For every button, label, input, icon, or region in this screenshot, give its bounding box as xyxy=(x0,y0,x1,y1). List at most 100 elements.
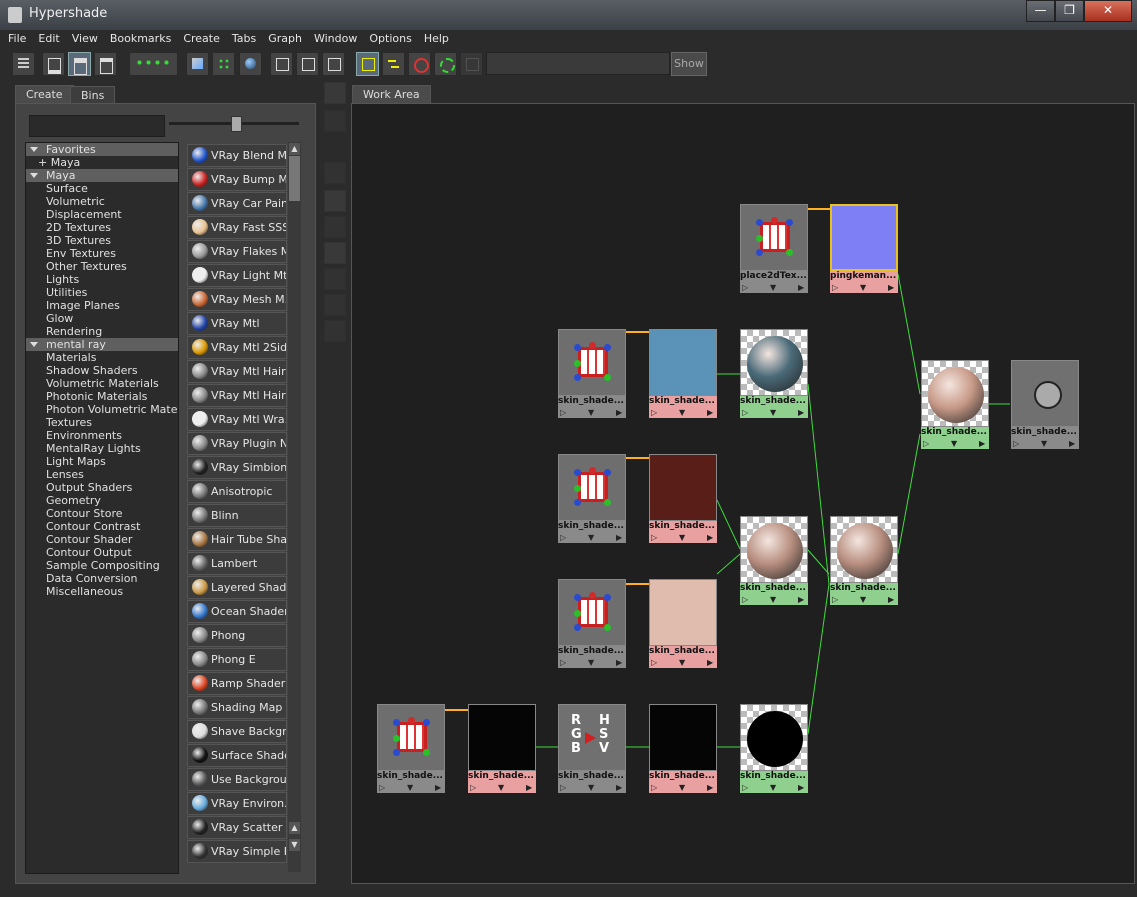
port-arrow-icon[interactable]: ▶ xyxy=(1069,438,1075,449)
shader-button[interactable]: VRay Light Mtl xyxy=(187,264,287,287)
graph-materials-button[interactable] xyxy=(239,52,262,76)
shader-button[interactable]: VRay Simbiont xyxy=(187,456,287,479)
strip-button-6[interactable] xyxy=(324,242,346,264)
shader-button[interactable]: VRay Mtl Hair 3 xyxy=(187,384,287,407)
layout-both-button[interactable] xyxy=(68,52,91,76)
shader-button[interactable]: Ramp Shader xyxy=(187,672,287,695)
node-swatch[interactable] xyxy=(740,204,808,271)
port-arrow-icon[interactable]: ▷ xyxy=(560,657,566,668)
shader-button[interactable]: VRay Bump Mtl xyxy=(187,168,287,191)
shader-node[interactable]: R G B H S Vskin_shade... ▷ ▼ ▶ xyxy=(558,704,626,793)
node-ports-bar[interactable]: ▷ ▼ ▶ xyxy=(649,657,717,668)
shader-button[interactable]: Blinn xyxy=(187,504,287,527)
toggle-swatches-button[interactable] xyxy=(356,52,379,76)
node-ports-bar[interactable]: ▷ ▼ ▶ xyxy=(468,782,536,793)
node-ports-bar[interactable]: ▷ ▼ ▶ xyxy=(649,407,717,418)
wire[interactable] xyxy=(897,273,921,395)
strip-button-8[interactable] xyxy=(324,294,346,316)
tree-item[interactable]: Utilities xyxy=(26,286,178,299)
input-connections-button[interactable] xyxy=(270,52,293,76)
shader-button[interactable]: VRay Plugin N... xyxy=(187,432,287,455)
node-swatch[interactable] xyxy=(830,204,898,271)
port-arrow-icon[interactable]: ▼ xyxy=(951,438,957,449)
shader-node[interactable]: skin_shade... ▷ ▼ ▶ xyxy=(1011,360,1079,449)
tree-item[interactable]: 2D Textures xyxy=(26,221,178,234)
wire[interactable] xyxy=(716,553,741,575)
layout-top-button[interactable] xyxy=(42,52,65,76)
node-swatch[interactable] xyxy=(740,704,808,771)
menu-edit[interactable]: Edit xyxy=(38,32,59,45)
tree-item[interactable]: Light Maps xyxy=(26,455,178,468)
port-arrow-icon[interactable]: ▼ xyxy=(679,407,685,418)
port-arrow-icon[interactable]: ▼ xyxy=(588,782,594,793)
wire[interactable] xyxy=(897,433,921,555)
port-arrow-icon[interactable]: ▷ xyxy=(379,782,385,793)
tree-item[interactable]: Photonic Materials xyxy=(26,390,178,403)
shader-button[interactable]: Phong xyxy=(187,624,287,647)
node-ports-bar[interactable]: ▷ ▼ ▶ xyxy=(740,782,808,793)
port-arrow-icon[interactable]: ▼ xyxy=(588,407,594,418)
node-ports-bar[interactable]: ▷ ▼ ▶ xyxy=(921,438,989,449)
show-button[interactable]: Show xyxy=(671,52,707,76)
toolbar-button-1[interactable] xyxy=(12,52,35,76)
port-arrow-icon[interactable]: ▶ xyxy=(707,782,713,793)
tree-item[interactable]: Glow xyxy=(26,312,178,325)
port-arrow-icon[interactable]: ▷ xyxy=(742,407,748,418)
node-swatch[interactable]: RGB HSV xyxy=(558,704,626,771)
port-arrow-icon[interactable]: ▼ xyxy=(679,532,685,543)
tab-work-area[interactable]: Work Area xyxy=(352,85,431,104)
expand-arrow-icon[interactable] xyxy=(30,342,38,347)
port-arrow-icon[interactable]: ▶ xyxy=(798,282,804,293)
port-arrow-icon[interactable]: ▷ xyxy=(651,407,657,418)
shader-node[interactable]: skin_shade... ▷ ▼ ▶ xyxy=(377,704,445,793)
port-arrow-icon[interactable]: ▶ xyxy=(979,438,985,449)
shader-list-scrollbar[interactable]: ▲ ▲ ▼ xyxy=(288,142,301,872)
port-arrow-icon[interactable]: ▷ xyxy=(651,532,657,543)
node-swatch[interactable] xyxy=(921,360,989,427)
io-connections-button[interactable] xyxy=(296,52,319,76)
tree-item[interactable]: Materials xyxy=(26,351,178,364)
clear-graph-button[interactable] xyxy=(186,52,209,76)
tree-item[interactable]: Env Textures xyxy=(26,247,178,260)
tree-item[interactable]: Lights xyxy=(26,273,178,286)
maximize-button[interactable]: ❐ xyxy=(1055,0,1084,22)
node-ports-bar[interactable]: ▷ ▼ ▶ xyxy=(740,407,808,418)
shader-node[interactable]: skin_shade... ▷ ▼ ▶ xyxy=(649,579,717,668)
tree-item[interactable]: + Maya xyxy=(26,156,178,169)
menu-create[interactable]: Create xyxy=(183,32,220,45)
menu-window[interactable]: Window xyxy=(314,32,357,45)
scroll-up-icon[interactable]: ▲ xyxy=(289,143,300,155)
port-arrow-icon[interactable]: ▷ xyxy=(742,782,748,793)
create-filter-input[interactable] xyxy=(29,115,165,137)
tree-item[interactable]: Output Shaders xyxy=(26,481,178,494)
tree-item[interactable]: Sample Compositing xyxy=(26,559,178,572)
strip-button-9[interactable] xyxy=(324,320,346,342)
tree-item[interactable]: Contour Contrast xyxy=(26,520,178,533)
close-button[interactable]: ✕ xyxy=(1084,0,1132,22)
node-swatch[interactable] xyxy=(558,329,626,396)
shader-button[interactable]: VRay Mtl Wra... xyxy=(187,408,287,431)
port-arrow-icon[interactable]: ▼ xyxy=(679,657,685,668)
node-ports-bar[interactable]: ▷ ▼ ▶ xyxy=(1011,438,1079,449)
shader-button[interactable]: VRay Scatter ... xyxy=(187,816,287,839)
node-ports-bar[interactable]: ▷ ▼ ▶ xyxy=(740,282,808,293)
tree-item[interactable]: Volumetric xyxy=(26,195,178,208)
shader-button[interactable]: VRay Fast SSS2 xyxy=(187,216,287,239)
tree-item[interactable]: Geometry xyxy=(26,494,178,507)
port-arrow-icon[interactable]: ▷ xyxy=(651,782,657,793)
node-swatch[interactable] xyxy=(740,516,808,583)
shader-button[interactable]: VRay Simple Foc... xyxy=(187,840,287,863)
tree-item[interactable]: Displacement xyxy=(26,208,178,221)
node-ports-bar[interactable]: ▷ ▼ ▶ xyxy=(558,532,626,543)
port-arrow-icon[interactable]: ▶ xyxy=(888,282,894,293)
port-arrow-icon[interactable]: ▷ xyxy=(742,594,748,605)
node-swatch[interactable] xyxy=(558,579,626,646)
node-ports-bar[interactable]: ▷ ▼ ▶ xyxy=(830,282,898,293)
shader-button[interactable]: VRay Mtl 2Sided xyxy=(187,336,287,359)
graph-upstream-button[interactable] xyxy=(212,52,235,76)
minimize-button[interactable]: — xyxy=(1026,0,1055,22)
port-arrow-icon[interactable]: ▷ xyxy=(1013,438,1019,449)
shader-button[interactable]: Anisotropic xyxy=(187,480,287,503)
port-arrow-icon[interactable]: ▶ xyxy=(798,594,804,605)
port-arrow-icon[interactable]: ▷ xyxy=(651,657,657,668)
